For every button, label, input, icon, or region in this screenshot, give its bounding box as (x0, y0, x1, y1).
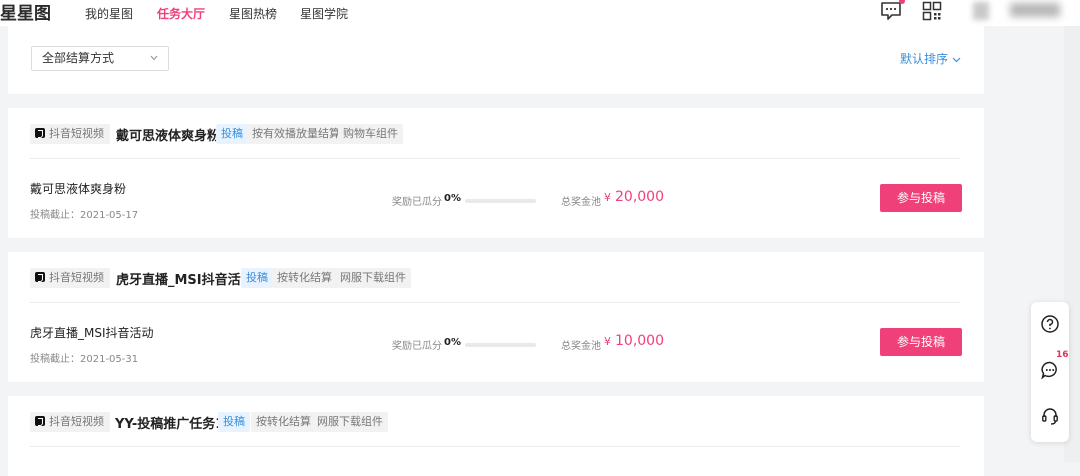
douyin-icon (35, 416, 45, 426)
pool-amount: ¥20,000 (604, 189, 664, 205)
reward-label: 奖励已瓜分 (392, 197, 442, 208)
pool-amount: ¥10,000 (604, 333, 664, 349)
reward-percent: 0% (444, 337, 461, 348)
douyin-icon (35, 272, 45, 282)
notification-dot (899, 0, 905, 4)
task-card[interactable]: 抖音短视频 虎牙直播_MSI抖音活动 投稿 按转化结算 网服下载组件 虎牙直播_… (8, 252, 984, 382)
task-card[interactable]: 抖音短视频 YY-投稿推广任务1 投稿 按转化结算 网服下载组件 (8, 396, 984, 476)
task-title[interactable]: 戴可思液体爽身粉 (116, 125, 220, 144)
task-tag: 投稿 (216, 124, 248, 144)
task-tag: 按转化结算 (272, 268, 337, 288)
task-tag: 按有效播放量结算 (247, 124, 345, 144)
platform-label: 抖音短视频 (49, 127, 104, 140)
submit-entry-button[interactable]: 参与投稿 (880, 184, 962, 212)
sort-dropdown[interactable]: 默认排序 (900, 50, 961, 67)
reward-progress-bar (465, 199, 536, 203)
chat-badge: 16 (1056, 350, 1069, 360)
top-navbar: 星星图 我的星图 任务大厅 星图热榜 星图学院 (0, 0, 1080, 26)
platform-label: 抖音短视频 (49, 271, 104, 284)
task-tag: 投稿 (218, 412, 250, 432)
nav-item-academy[interactable]: 星图学院 (300, 5, 348, 22)
qrcode-icon[interactable] (922, 1, 942, 21)
task-card[interactable]: 抖音短视频 戴可思液体爽身粉 投稿 按有效播放量结算 购物车组件 戴可思液体爽身… (8, 108, 984, 238)
task-deadline: 投稿截止：2021-05-17 (30, 210, 139, 221)
user-name[interactable] (1010, 3, 1060, 17)
chevron-down-icon (952, 57, 961, 62)
divider (30, 302, 960, 303)
platform-label: 抖音短视频 (49, 415, 104, 428)
reward-progress-bar (465, 343, 536, 347)
settlement-select-value: 全部结算方式 (42, 51, 115, 65)
help-icon[interactable] (1040, 314, 1060, 334)
task-tag: 网服下载组件 (335, 268, 411, 288)
task-deadline: 投稿截止：2021-05-31 (30, 354, 139, 365)
platform-tag: 抖音短视频 (30, 268, 110, 288)
reward-label: 奖励已瓜分 (392, 341, 442, 352)
sort-label: 默认排序 (900, 52, 949, 66)
nav-item-task-hall[interactable]: 任务大厅 (157, 5, 205, 22)
task-tag: 网服下载组件 (312, 412, 388, 432)
logo[interactable]: 星星图 (0, 0, 51, 24)
pool-label: 总奖金池 (561, 197, 601, 208)
floating-toolbar: 16 (1031, 302, 1069, 442)
divider (30, 158, 960, 159)
submit-entry-button[interactable]: 参与投稿 (880, 328, 962, 356)
message-icon[interactable] (880, 1, 902, 21)
platform-tag: 抖音短视频 (30, 412, 110, 432)
chevron-down-icon (150, 55, 158, 61)
task-name[interactable]: 戴可思液体爽身粉 (30, 180, 126, 197)
nav-item-hot-list[interactable]: 星图热榜 (229, 5, 277, 22)
task-tag: 按转化结算 (251, 412, 316, 432)
divider (30, 446, 960, 447)
nav-item-my-xingtu[interactable]: 我的星图 (85, 5, 133, 22)
settlement-select[interactable]: 全部结算方式 (31, 46, 169, 71)
chat-icon[interactable] (1040, 360, 1060, 380)
pool-label: 总奖金池 (561, 341, 601, 352)
task-title[interactable]: 虎牙直播_MSI抖音活动 (116, 269, 254, 288)
platform-tag: 抖音短视频 (30, 124, 110, 144)
pool-value: 10,000 (615, 333, 664, 349)
reward-percent: 0% (444, 193, 461, 204)
task-tag: 投稿 (241, 268, 273, 288)
customer-service-icon[interactable] (1040, 406, 1060, 426)
filter-bar: 全部结算方式 默认排序 (8, 26, 984, 94)
currency-symbol: ¥ (604, 191, 611, 204)
douyin-icon (35, 128, 45, 138)
task-name[interactable]: 虎牙直播_MSI抖音活动 (30, 324, 154, 341)
task-title[interactable]: YY-投稿推广任务1 (115, 413, 224, 432)
user-avatar[interactable] (973, 2, 989, 20)
pool-value: 20,000 (615, 189, 664, 205)
currency-symbol: ¥ (604, 335, 611, 348)
task-tag: 购物车组件 (338, 124, 403, 144)
